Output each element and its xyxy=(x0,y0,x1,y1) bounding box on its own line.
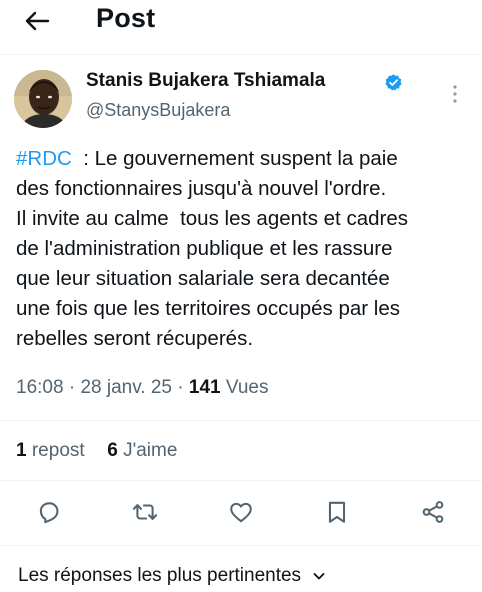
meta-divider xyxy=(0,420,482,421)
repost-button[interactable] xyxy=(130,497,160,527)
tweet-line-1: #RDC : Le gouvernement suspent la paie xyxy=(16,144,472,174)
tweet-line-4: de l'administration publique et les rass… xyxy=(16,237,393,260)
reposts-label: repost xyxy=(26,440,85,461)
author-handle[interactable]: @StanysBujakera xyxy=(86,100,230,121)
meta-separator-2: · xyxy=(172,377,189,398)
reposts-stat[interactable]: 1 repost xyxy=(16,440,85,461)
header-divider xyxy=(0,54,482,55)
reply-icon xyxy=(39,502,59,524)
likes-count: 6 xyxy=(107,440,118,461)
verified-badge-icon xyxy=(385,74,402,91)
tweet-actions xyxy=(0,497,482,529)
back-button[interactable] xyxy=(22,6,52,36)
author-display-name[interactable]: Stanis Bujakera Tshiamala xyxy=(86,70,325,92)
tweet-line-5: que leur situation salariale sera decant… xyxy=(16,267,390,290)
actions-divider xyxy=(0,545,482,546)
tweet-text: #RDC : Le gouvernement suspent la paie d… xyxy=(16,144,472,354)
tweet-line-3: Il invite au calme tous les agents et ca… xyxy=(16,207,408,230)
reply-button[interactable] xyxy=(34,497,64,527)
share-icon xyxy=(422,501,444,523)
replies-sort-dropdown[interactable]: Les réponses les plus pertinentes xyxy=(18,565,326,587)
like-button[interactable] xyxy=(226,497,256,527)
more-options-button[interactable] xyxy=(446,83,464,105)
more-vertical-icon xyxy=(453,85,457,103)
meta-separator-1: · xyxy=(63,377,81,398)
page-title: Post xyxy=(96,3,156,33)
share-button[interactable] xyxy=(418,497,448,527)
reposts-count: 1 xyxy=(16,440,27,461)
chevron-down-icon xyxy=(313,573,325,580)
bookmark-icon xyxy=(328,501,346,523)
tweet-line-6: une fois que les territoires occupés par… xyxy=(16,297,401,320)
avatar-photo xyxy=(14,70,72,128)
likes-label: J'aime xyxy=(117,440,178,461)
tweet-meta: 16:08 · 28 janv. 25 · 141 Vues xyxy=(16,377,268,399)
avatar[interactable] xyxy=(14,70,72,128)
arrow-left-icon xyxy=(25,11,50,31)
tweet-time[interactable]: 16:08 xyxy=(16,377,64,398)
tweet-line-1-rest: : Le gouvernement suspent la paie xyxy=(71,147,398,170)
likes-stat[interactable]: 6 J'aime xyxy=(107,440,177,461)
engagement-stats: 1 repost 6 J'aime xyxy=(16,440,177,462)
replies-sort-label: Les réponses les plus pertinentes xyxy=(18,565,302,586)
tweet-line-2: des fonctionnaires jusqu'à nouvel l'ordr… xyxy=(16,177,387,200)
stats-divider xyxy=(0,480,482,481)
top-bar: Post xyxy=(0,0,482,44)
bookmark-button[interactable] xyxy=(322,497,352,527)
repost-icon xyxy=(132,504,158,520)
heart-icon xyxy=(230,502,252,523)
views-count: 141 xyxy=(188,377,221,398)
tweet-line-7: rebelles seront récuperés. xyxy=(16,327,254,350)
tweet-date[interactable]: 28 janv. 25 xyxy=(80,377,172,398)
hashtag-link[interactable]: #RDC xyxy=(16,147,72,170)
views-label: Vues xyxy=(220,377,269,398)
